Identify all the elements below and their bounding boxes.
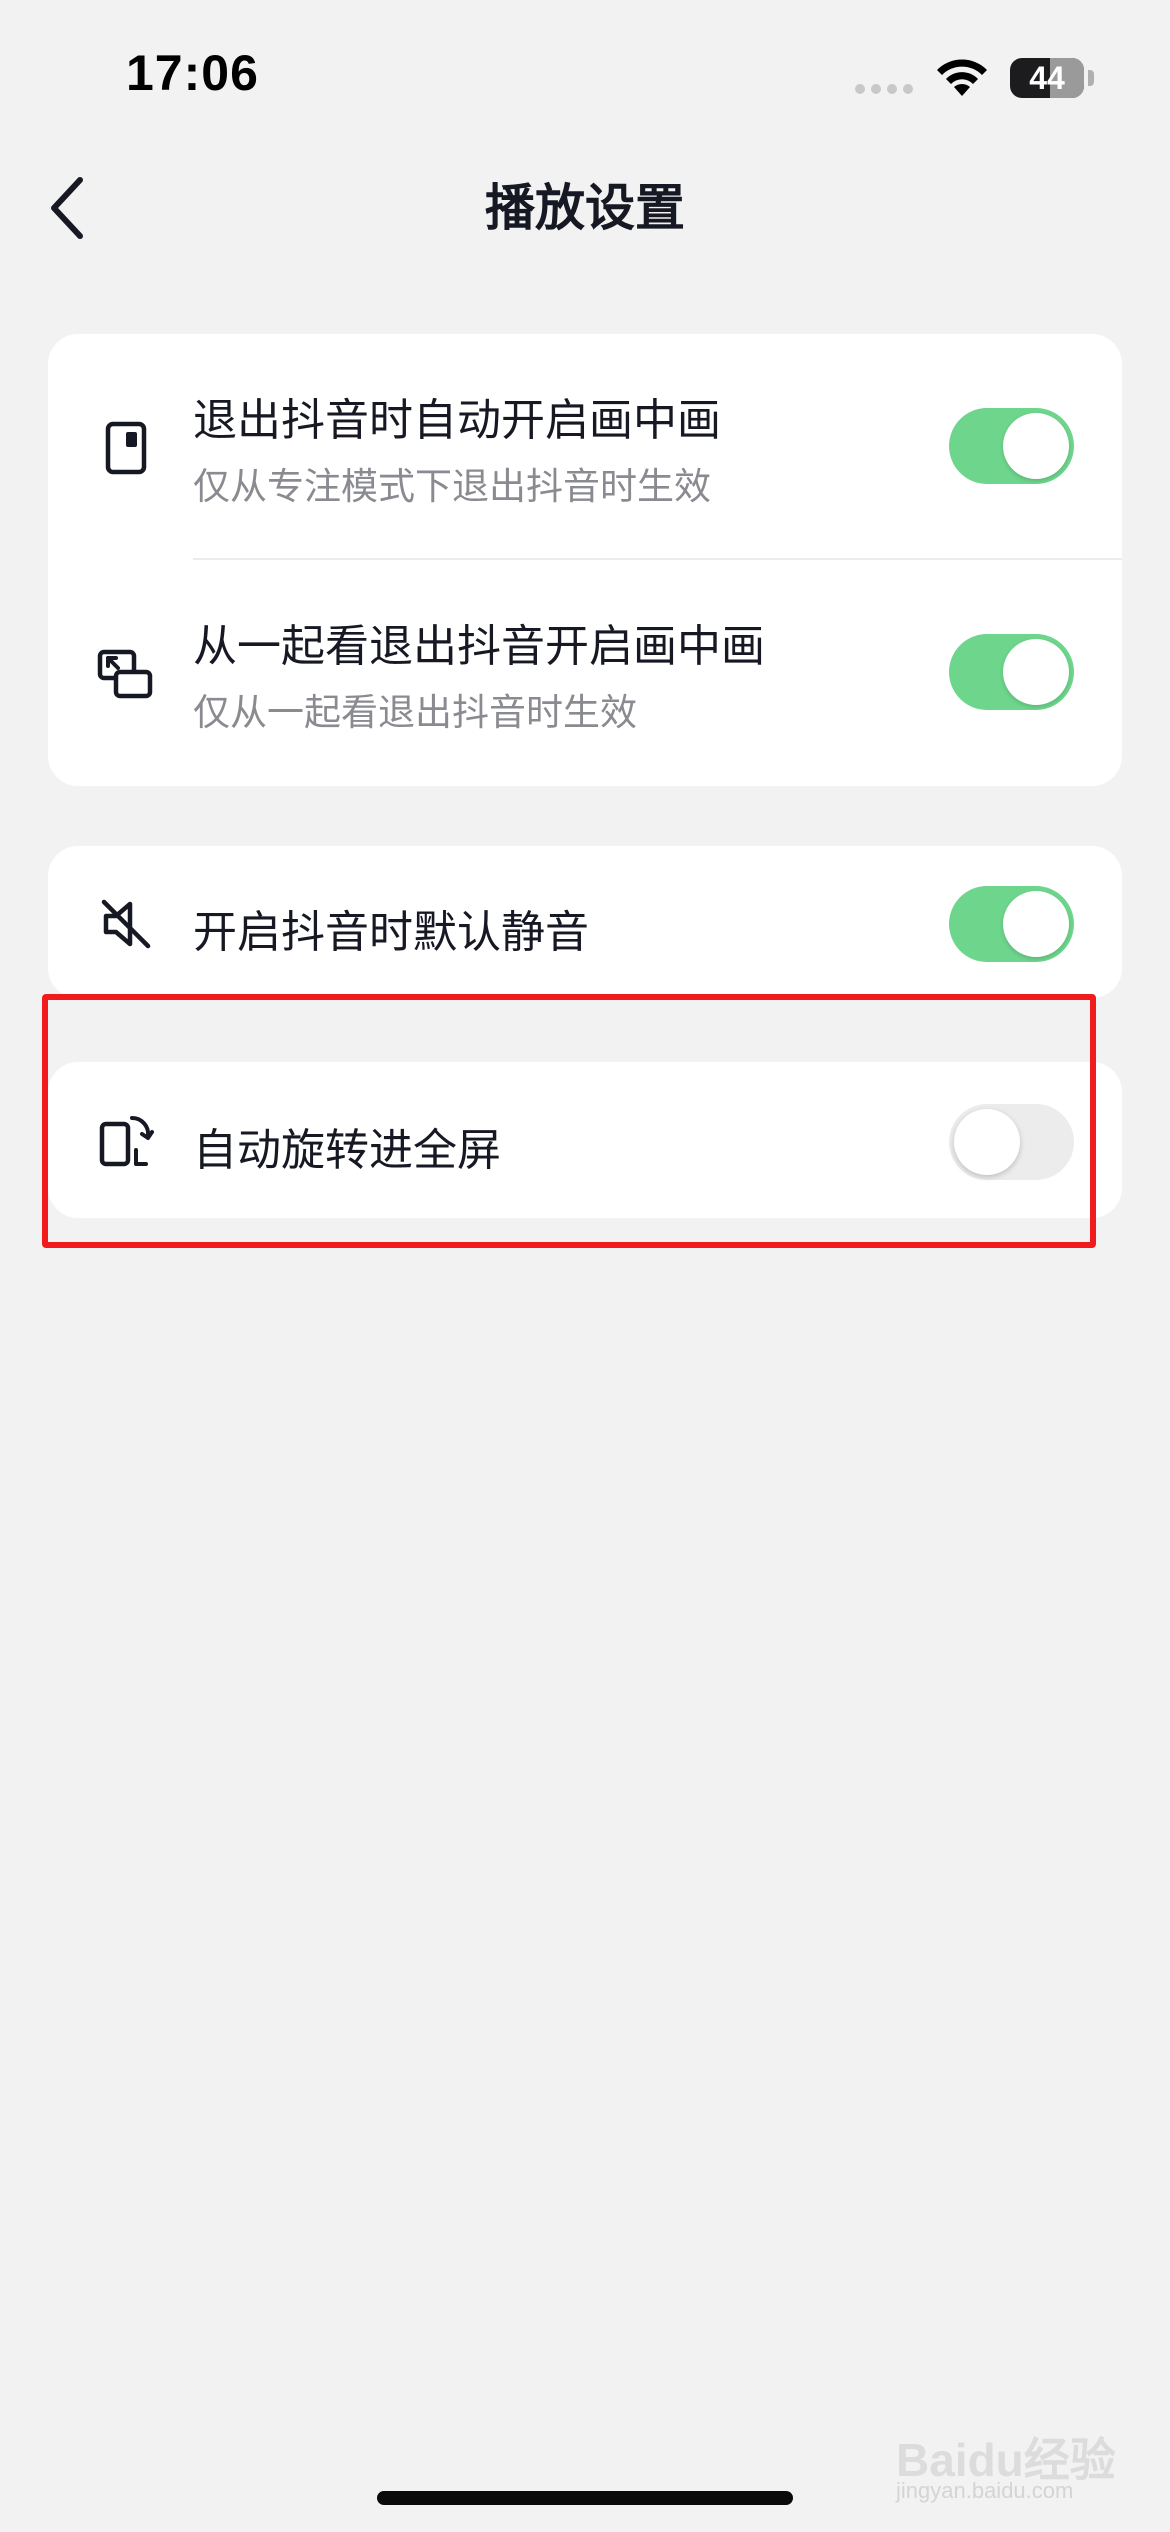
settings-row-auto-rotate[interactable]: 自动旋转进全屏 bbox=[48, 1062, 1122, 1218]
rotate-screen-icon bbox=[99, 1115, 154, 1167]
watch-together-pip-toggle[interactable] bbox=[949, 634, 1074, 710]
play-settings-screen: 17:06 44 播放设置 退出抖音时自动开启画中画 仅从专注模式下退出抖音时生… bbox=[0, 0, 1170, 2532]
status-bar: 17:06 44 bbox=[0, 0, 1170, 150]
back-button[interactable] bbox=[44, 172, 94, 244]
settings-row-subtitle: 仅从专注模式下退出抖音时生效 bbox=[193, 465, 711, 508]
settings-row-watch-together-pip[interactable]: 从一起看退出抖音开启画中画 仅从一起看退出抖音时生效 bbox=[48, 560, 1122, 786]
cellular-signal-icon bbox=[855, 84, 913, 94]
settings-row-title: 开启抖音时默认静音 bbox=[193, 907, 589, 958]
settings-row-default-mute[interactable]: 开启抖音时默认静音 bbox=[48, 846, 1122, 998]
mute-settings-card: 开启抖音时默认静音 bbox=[48, 846, 1122, 998]
watch-together-pip-icon bbox=[97, 649, 153, 699]
pip-settings-card: 退出抖音时自动开启画中画 仅从专注模式下退出抖音时生效 从一起看退出抖音开启画中… bbox=[48, 334, 1122, 786]
watermark-url: jingyan.baidu.com bbox=[896, 2478, 1074, 2503]
baidu-watermark: Baidu经验 jingyan.baidu.com bbox=[896, 2418, 1126, 2508]
chevron-left-icon bbox=[51, 177, 83, 239]
settings-row-subtitle: 仅从一起看退出抖音时生效 bbox=[193, 691, 637, 734]
exit-pip-toggle[interactable] bbox=[949, 408, 1074, 484]
rotation-settings-card: 自动旋转进全屏 bbox=[48, 1062, 1122, 1218]
speaker-muted-icon bbox=[101, 899, 151, 949]
battery-level: 44 bbox=[1029, 59, 1065, 96]
battery-icon: 44 bbox=[1010, 58, 1084, 98]
settings-row-title: 自动旋转进全屏 bbox=[193, 1125, 501, 1176]
default-mute-toggle[interactable] bbox=[949, 886, 1074, 962]
home-indicator[interactable] bbox=[377, 2491, 793, 2505]
phone-pip-icon bbox=[105, 421, 147, 475]
settings-row-title: 从一起看退出抖音开启画中画 bbox=[193, 621, 765, 672]
battery-tip bbox=[1088, 70, 1094, 86]
settings-row-title: 退出抖音时自动开启画中画 bbox=[193, 395, 721, 446]
status-time: 17:06 bbox=[126, 45, 259, 101]
auto-rotate-toggle[interactable] bbox=[949, 1104, 1074, 1180]
wifi-icon bbox=[937, 59, 987, 96]
settings-row-exit-pip[interactable]: 退出抖音时自动开启画中画 仅从专注模式下退出抖音时生效 bbox=[48, 334, 1122, 560]
page-title: 播放设置 bbox=[485, 179, 685, 237]
